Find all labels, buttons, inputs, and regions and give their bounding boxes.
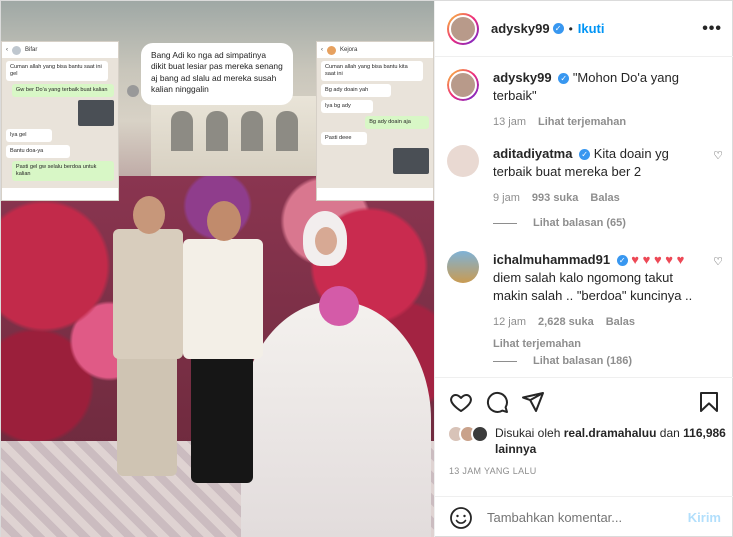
author-avatar[interactable] xyxy=(447,69,479,101)
person-left-head xyxy=(133,196,165,234)
bride-bouquet xyxy=(319,286,359,326)
comment-likes[interactable]: 2,628 suka xyxy=(538,313,594,331)
chat-avatar xyxy=(327,45,336,55)
heart-icon[interactable] xyxy=(449,390,473,414)
comment-item: ichalmuhammad91 ✓ ♥ ♥ ♥ ♥ ♥ diem salah k… xyxy=(447,251,723,353)
chat-photo xyxy=(393,147,429,174)
chat-screenshot-right: ‹ Kejora Cuman allah yang bisa bantu kit… xyxy=(316,41,434,201)
comment-time[interactable]: 9 jam xyxy=(493,189,520,207)
chat-contact-name: Bifar xyxy=(25,47,38,53)
emoji-icon[interactable] xyxy=(449,506,473,530)
back-icon: ‹ xyxy=(321,47,323,53)
arch-window xyxy=(206,111,228,151)
chat-screenshot-left: ‹ Bifar Cuman allah yang bisa bantu saat… xyxy=(1,41,119,201)
chat-message: Pasti deee xyxy=(321,131,368,145)
reply-button[interactable]: Balas xyxy=(606,313,635,331)
comment-icon[interactable] xyxy=(485,390,509,414)
follow-button[interactable]: Ikuti xyxy=(578,21,605,36)
chat-message: Pasti gel gw selalu berdoa untuk kalian xyxy=(11,160,114,181)
chat-input-bar xyxy=(317,188,433,200)
verified-badge-icon: ✓ xyxy=(616,255,628,267)
chat-message: Cuman allah yang bisa bantu saat ini gel xyxy=(6,61,109,81)
post-time-ago[interactable]: 13 JAM YANG LALU xyxy=(449,466,537,476)
caption-username[interactable]: adysky99 xyxy=(493,70,552,85)
view-replies-button[interactable]: Lihat balasan (65) xyxy=(493,217,626,229)
comment-input[interactable] xyxy=(487,510,688,525)
more-options-icon[interactable]: ••• xyxy=(702,20,722,38)
chat-photo xyxy=(78,99,114,126)
translate-link[interactable]: Lihat terjemahan xyxy=(538,113,626,131)
liked-by-mid: dan xyxy=(659,426,680,440)
chat-avatar xyxy=(12,45,21,55)
likers-avatars[interactable] xyxy=(447,425,491,445)
comment-username[interactable]: ichalmuhammad91 xyxy=(493,252,610,267)
instagram-post: ‹ Bifar Cuman allah yang bisa bantu saat… xyxy=(0,0,733,537)
chat-message: Gw ber Do'a yang terbaik buat kalian xyxy=(11,83,114,97)
verified-badge-icon: ✓ xyxy=(552,23,564,34)
post-header: adysky99 ✓ • Ikuti ••• xyxy=(435,1,733,57)
comment-compose: Kirim xyxy=(435,496,733,537)
caption-time[interactable]: 13 jam xyxy=(493,113,526,131)
bride-dress xyxy=(241,301,431,537)
chat-message: Cuman allah yang bisa bantu kita saat in… xyxy=(321,61,424,81)
commenter-avatar[interactable] xyxy=(447,251,479,283)
back-icon: ‹ xyxy=(6,47,8,53)
bride-face xyxy=(315,227,337,255)
groom-jacket xyxy=(183,239,263,359)
commenter-avatar[interactable] xyxy=(447,145,479,177)
chat-contact-name: Kejora xyxy=(340,47,358,53)
arch-window xyxy=(241,111,263,151)
post-actions xyxy=(435,377,733,425)
view-replies-label: Lihat balasan (186) xyxy=(533,355,633,367)
chat-header: ‹ Kejora xyxy=(317,42,433,58)
verified-badge-icon: ✓ xyxy=(558,73,570,85)
caption: adysky99 ✓ "Mohon Do'a yang terbaik" 13 … xyxy=(447,69,723,131)
save-icon[interactable] xyxy=(697,390,721,414)
chat-message: Bantu doa-ya xyxy=(6,144,70,158)
chat-header: ‹ Bifar xyxy=(2,42,118,58)
person-left-body xyxy=(113,229,183,359)
author-username[interactable]: adysky99 xyxy=(491,21,550,36)
comment-likes[interactable]: 993 suka xyxy=(532,189,578,207)
heart-icon[interactable]: ♡ xyxy=(713,149,723,162)
view-replies-button[interactable]: Lihat balasan (186) xyxy=(493,355,632,367)
chat-message: Iya gel xyxy=(6,128,53,142)
message-note: Bang Adi ko nga ad simpatinya dikit buat… xyxy=(141,43,293,105)
post-side-panel: adysky99 ✓ • Ikuti ••• adysky99 ✓ "Mohon… xyxy=(434,1,733,537)
post-comment-button[interactable]: Kirim xyxy=(688,510,721,525)
verified-badge-icon: ✓ xyxy=(579,149,591,161)
heart-icon[interactable]: ♡ xyxy=(713,255,723,268)
comments-list: adysky99 ✓ "Mohon Do'a yang terbaik" 13 … xyxy=(435,57,733,377)
comment-text: diem salah kalo ngomong takut makin sala… xyxy=(493,270,693,303)
groom-head xyxy=(207,201,241,241)
comment-time[interactable]: 12 jam xyxy=(493,313,526,331)
note-avatar xyxy=(127,85,139,97)
chat-message: Iya bg ady xyxy=(321,99,374,113)
comment-username[interactable]: aditadiyatma xyxy=(493,146,572,161)
heart-emojis: ♥ ♥ ♥ ♥ ♥ xyxy=(631,252,685,267)
author-avatar[interactable] xyxy=(447,12,479,45)
likes-summary: Disukai oleh real.dramahaluu dan 116,986… xyxy=(447,425,727,457)
comment-item: aditadiyatma ✓ Kita doain yg terbaik bua… xyxy=(447,145,723,207)
translate-link[interactable]: Lihat terjemahan xyxy=(493,335,581,353)
chat-message: Bg ady doain yah xyxy=(321,83,391,97)
chat-message: Bg ady doain aja xyxy=(365,115,429,129)
share-icon[interactable] xyxy=(521,390,545,414)
arch-window xyxy=(171,111,193,151)
reply-button[interactable]: Balas xyxy=(590,189,619,207)
arch-window xyxy=(276,111,298,151)
chat-input-bar xyxy=(2,188,118,200)
groom-legs xyxy=(191,353,253,483)
liked-by-prefix: Disukai oleh xyxy=(495,426,561,440)
person-left-legs xyxy=(117,351,177,476)
liked-by-user[interactable]: real.dramahaluu xyxy=(564,426,657,440)
separator-dot: • xyxy=(568,21,573,36)
post-media-image[interactable]: ‹ Bifar Cuman allah yang bisa bantu saat… xyxy=(1,1,434,537)
view-replies-label: Lihat balasan (65) xyxy=(533,217,626,229)
